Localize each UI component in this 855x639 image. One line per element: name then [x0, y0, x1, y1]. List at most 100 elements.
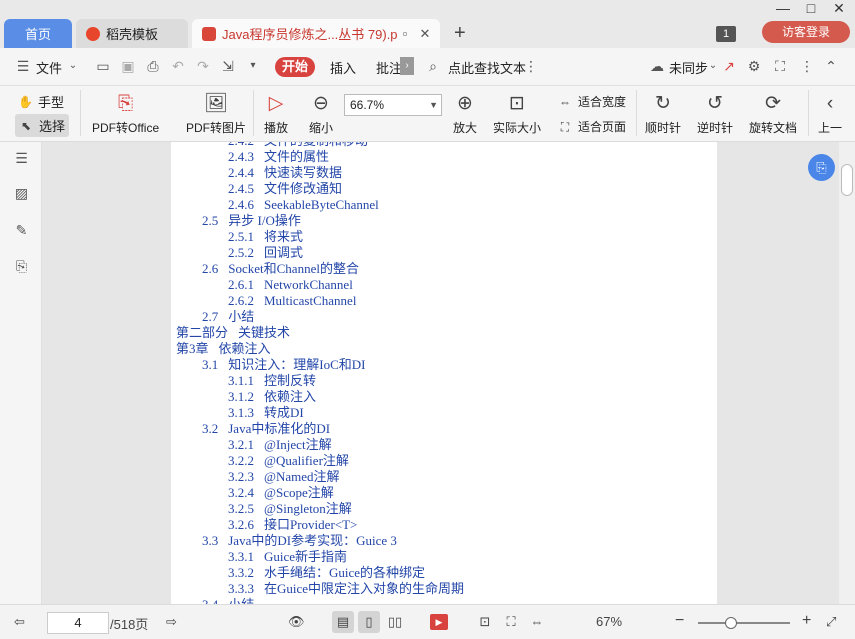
toc-entry[interactable]: 3.2 Java中标准化的DI: [176, 421, 464, 437]
toc-entry[interactable]: 2.5.2 回调式: [176, 245, 464, 261]
zoom-out-icon[interactable]: −: [675, 612, 684, 630]
single-page-view-icon[interactable]: ▤: [332, 611, 354, 633]
pdf-to-office-button[interactable]: ⎘ PDF转Office: [92, 92, 159, 136]
chevron-down-icon[interactable]: ⌄: [64, 57, 82, 75]
fit-width-icon[interactable]: ⇔: [526, 611, 548, 633]
toc-entry[interactable]: 2.6.2 MulticastChannel: [176, 293, 464, 309]
close-window-icon[interactable]: ✕: [829, 0, 849, 17]
page-number-input[interactable]: 4: [47, 612, 109, 634]
toc-entry[interactable]: 3.1.1 控制反转: [176, 373, 464, 389]
slideshow-icon[interactable]: ▶: [430, 614, 448, 630]
rotate-clockwise-button[interactable]: ↻ 顺时针: [645, 92, 681, 136]
rotate-document-button[interactable]: ⟳ 旋转文档: [749, 92, 797, 136]
window-count-badge[interactable]: 1: [716, 26, 736, 42]
toc-entry[interactable]: 3.3.2 水手绳结：Guice的各种绑定: [176, 565, 464, 581]
toc-entry[interactable]: 第3章 依赖注入: [176, 341, 464, 357]
play-button[interactable]: ▷ 播放: [264, 92, 288, 136]
new-tab-icon[interactable]: +: [454, 22, 466, 45]
annotation-icon[interactable]: ✎: [13, 222, 30, 239]
fit-page-button[interactable]: ⛶ 适合页面: [558, 118, 626, 135]
sync-status[interactable]: 未同步: [669, 58, 708, 77]
cloud-sync-icon[interactable]: ☁: [648, 57, 666, 75]
toc-entry[interactable]: 3.2.1 @Inject注解: [176, 437, 464, 453]
print-icon[interactable]: ⎙: [144, 57, 162, 75]
fit-page-icon[interactable]: ⛶: [500, 611, 522, 633]
document-viewport[interactable]: 2.4.2 文件的复制和移动 2.4.3 文件的属性 2.4.4 快速读写数据 2.4.5 文…: [43, 142, 839, 604]
tab-close-icon[interactable]: ✕: [418, 27, 432, 41]
outline-icon[interactable]: ☰: [13, 150, 30, 167]
undo-icon[interactable]: ↶: [169, 57, 187, 75]
toc-entry[interactable]: 第二部分 关键技术: [176, 325, 464, 341]
redo-icon[interactable]: ↷: [194, 57, 212, 75]
toc-entry[interactable]: 3.1 知识注入：理解IoC和DI: [176, 357, 464, 373]
settings-gear-icon[interactable]: ⚙: [745, 57, 763, 75]
continuous-view-icon[interactable]: ▯: [358, 611, 380, 633]
toc-entry[interactable]: 2.6.1 NetworkChannel: [176, 277, 464, 293]
toc-entry[interactable]: 2.4.4 快速读写数据: [176, 165, 464, 181]
pdf-to-image-button[interactable]: 🖼 PDF转图片: [186, 92, 246, 136]
menu-file[interactable]: 文件: [36, 58, 62, 77]
select-tool-button[interactable]: ⬉ 选择: [15, 114, 70, 137]
tab-template[interactable]: 稻壳模板: [76, 19, 188, 48]
toc-entry[interactable]: 2.4.5 文件修改通知: [176, 181, 464, 197]
toc-entry[interactable]: 3.1.3 转成DI: [176, 405, 464, 421]
toc-entry[interactable]: 3.3.3 在Guice中限定注入对象的生命周期: [176, 581, 464, 597]
zoom-in-button[interactable]: ⊕ 放大: [453, 92, 477, 136]
export-icon[interactable]: ⇲: [219, 57, 237, 75]
zoom-out-button[interactable]: ⊖ 缩小: [309, 92, 333, 136]
thumbnail-icon[interactable]: ▨: [13, 185, 30, 202]
rotate-counterclockwise-button[interactable]: ↺ 逆时针: [697, 92, 733, 136]
menu-insert[interactable]: 插入: [330, 58, 356, 77]
tab-restore-icon[interactable]: ▫: [398, 27, 412, 41]
previous-page-button[interactable]: ‹ 上一: [818, 92, 842, 136]
more-icon[interactable]: ⋮: [798, 57, 816, 75]
minimize-icon[interactable]: —: [773, 0, 793, 16]
toc-entry[interactable]: 2.6 Socket和Channel的整合: [176, 261, 464, 277]
fit-width-button[interactable]: ⇔ 适合宽度: [558, 93, 626, 110]
toc-entry[interactable]: 3.4 小结: [176, 597, 464, 604]
fullscreen-icon[interactable]: ⤢: [826, 614, 836, 630]
toc-entry[interactable]: 2.4.2 文件的复制和移动: [176, 142, 464, 149]
more-dropdown-icon[interactable]: ▾: [244, 57, 262, 75]
prev-page-icon[interactable]: ⇦: [14, 614, 25, 630]
hamburger-icon[interactable]: ☰: [14, 57, 32, 75]
toc-entry[interactable]: 3.2.2 @Qualifier注解: [176, 453, 464, 469]
search-text-link[interactable]: 点此查找文本: [448, 58, 526, 77]
scrollbar-thumb[interactable]: [841, 164, 853, 196]
toc-entry[interactable]: 3.2.6 接口Provider<T>: [176, 517, 464, 533]
save-icon[interactable]: ▣: [119, 57, 137, 75]
open-folder-icon[interactable]: ▭: [94, 57, 112, 75]
zoom-in-icon[interactable]: +: [802, 612, 811, 630]
collapse-ribbon-icon[interactable]: ⌃: [822, 57, 840, 75]
vertical-scrollbar[interactable]: [839, 142, 855, 604]
hand-tool-button[interactable]: ✋ 手型: [18, 92, 64, 111]
toc-entry[interactable]: 3.3.1 Guice新手指南: [176, 549, 464, 565]
fullscreen-icon[interactable]: ⛶: [771, 57, 789, 75]
share-icon[interactable]: ↗: [720, 57, 738, 75]
toc-entry[interactable]: 3.1.2 依赖注入: [176, 389, 464, 405]
next-page-icon[interactable]: ⇨: [166, 614, 177, 630]
zoom-slider[interactable]: [698, 622, 790, 624]
tab-home[interactable]: 首页: [4, 19, 72, 48]
toc-entry[interactable]: 2.4.6 SeekableByteChannel: [176, 197, 464, 213]
toc-entry[interactable]: 3.2.3 @Named注解: [176, 469, 464, 485]
toc-entry[interactable]: 3.2.4 @Scope注解: [176, 485, 464, 501]
maximize-icon[interactable]: □: [801, 0, 821, 16]
toc-entry[interactable]: 3.2.5 @Singleton注解: [176, 501, 464, 517]
zoom-slider-knob[interactable]: [725, 617, 737, 629]
more-options-icon[interactable]: ⋮: [522, 57, 540, 75]
toc-entry[interactable]: 2.5.1 将来式: [176, 229, 464, 245]
zoom-select[interactable]: 66.7% ▼: [344, 94, 442, 116]
actual-size-button[interactable]: ⊡ 实际大小: [493, 92, 541, 136]
search-icon[interactable]: ⌕: [424, 57, 442, 75]
convert-icon[interactable]: ⎘: [13, 258, 30, 275]
toc-entry[interactable]: 2.5 异步 I/O操作: [176, 213, 464, 229]
login-button[interactable]: 访客登录: [762, 21, 850, 43]
actual-size-icon[interactable]: ⊡: [474, 611, 496, 633]
toc-entry[interactable]: 3.3 Java中的DI参考实现：Guice 3: [176, 533, 464, 549]
eye-protection-icon[interactable]: 👁: [288, 614, 305, 630]
two-page-view-icon[interactable]: ▯▯: [384, 611, 406, 633]
menu-annotate[interactable]: 批注: [376, 58, 402, 77]
toc-entry[interactable]: 2.7 小结: [176, 309, 464, 325]
convert-float-icon[interactable]: ⎘: [808, 154, 835, 181]
